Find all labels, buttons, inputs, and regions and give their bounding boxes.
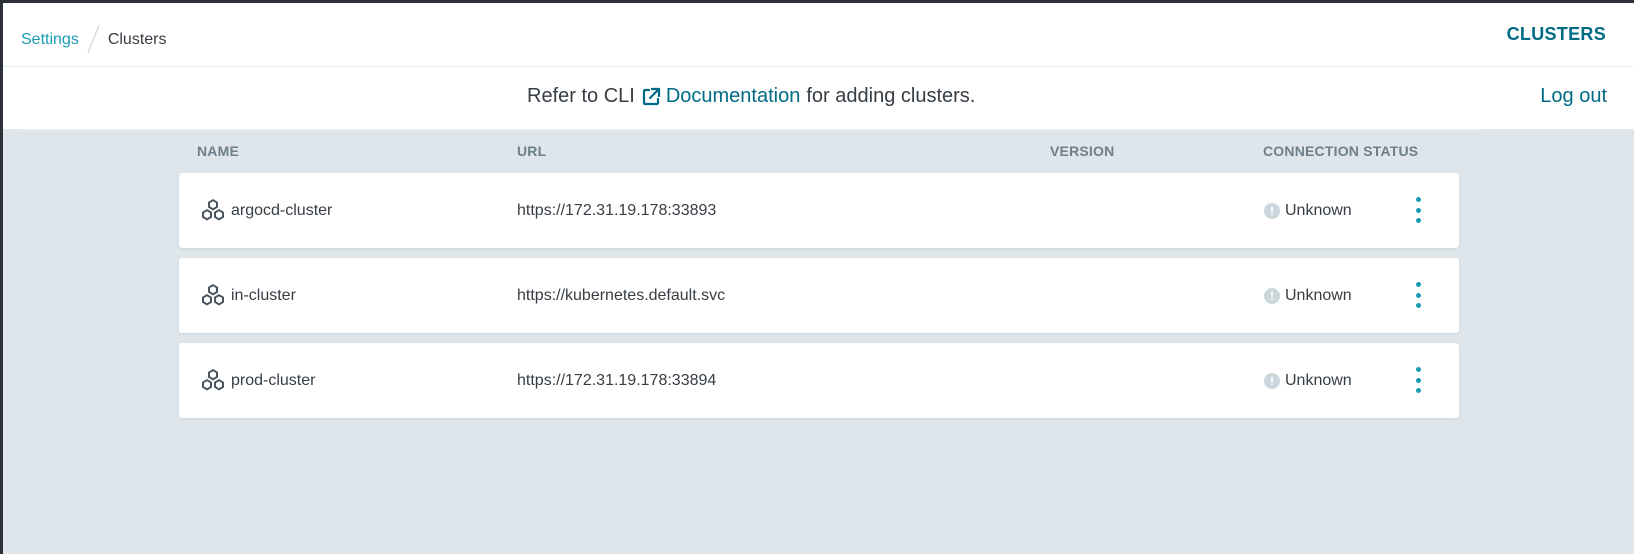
breadcrumb-current: Clusters — [107, 31, 167, 48]
breadcrumb: Settings Clusters — [21, 24, 167, 55]
info-bar-shadow — [18, 129, 1482, 131]
breadcrumb-separator — [87, 24, 100, 54]
header-version: VERSION — [1050, 143, 1115, 159]
documentation-link-label: Documentation — [665, 85, 801, 107]
cluster-name: prod-cluster — [231, 371, 316, 389]
connection-status: ! Unknown — [1264, 258, 1352, 333]
cluster-name: argocd-cluster — [231, 201, 333, 219]
cluster-url: https://kubernetes.default.svc — [517, 286, 726, 304]
header-url: URL — [517, 143, 547, 159]
info-circle-icon: ! — [1264, 287, 1280, 304]
cluster-name-cell: prod-cluster — [199, 343, 315, 418]
cli-notice: Refer to CLI Documentation for adding cl… — [527, 85, 975, 108]
cluster-icon — [202, 283, 224, 305]
info-circle-icon: ! — [1264, 202, 1280, 219]
table-row[interactable]: prod-cluster https://172.31.19.178:33894… — [179, 343, 1459, 418]
connection-status-label: Unknown — [1285, 201, 1352, 219]
table-row[interactable]: in-cluster https://kubernetes.default.sv… — [179, 258, 1459, 333]
row-actions-menu-button[interactable] — [1411, 195, 1425, 225]
connection-status-label: Unknown — [1285, 286, 1352, 304]
row-actions-menu-button[interactable] — [1411, 365, 1425, 395]
row-actions-menu-button[interactable] — [1411, 280, 1425, 310]
table-header: NAME URL VERSION CONNECTION STATUS — [0, 143, 1634, 163]
info-bar: Refer to CLI Documentation for adding cl… — [3, 67, 1634, 129]
notice-prefix: Refer to CLI — [527, 85, 635, 107]
info-circle-icon: ! — [1264, 372, 1280, 389]
cluster-name-cell: argocd-cluster — [199, 173, 332, 248]
connection-status: ! Unknown — [1264, 343, 1352, 418]
cluster-url: https://172.31.19.178:33894 — [517, 371, 717, 389]
table-row[interactable]: argocd-cluster https://172.31.19.178:338… — [179, 173, 1459, 248]
breadcrumb-settings-link[interactable]: Settings — [21, 31, 79, 49]
cluster-url: https://172.31.19.178:33893 — [517, 201, 717, 219]
cluster-name-cell: in-cluster — [199, 258, 296, 333]
logout-button[interactable]: Log out — [1540, 85, 1607, 108]
notice-suffix: for adding clusters. — [806, 85, 976, 107]
header-name: NAME — [197, 143, 240, 159]
cluster-name: in-cluster — [231, 286, 296, 304]
page-title: CLUSTERS — [1506, 24, 1606, 44]
connection-status-label: Unknown — [1285, 371, 1352, 389]
cluster-icon — [202, 198, 224, 220]
external-link-icon — [642, 87, 660, 105]
connection-status: ! Unknown — [1264, 173, 1352, 248]
cluster-icon — [202, 368, 224, 390]
header-connection-status: CONNECTION STATUS — [1263, 143, 1419, 159]
documentation-link[interactable]: Documentation — [635, 85, 801, 108]
top-bar: Settings Clusters CLUSTERS — [3, 3, 1634, 67]
